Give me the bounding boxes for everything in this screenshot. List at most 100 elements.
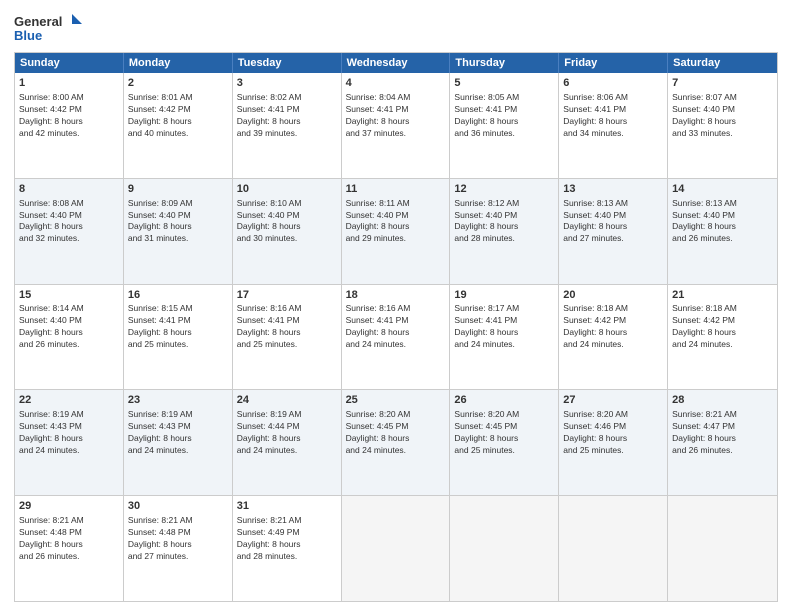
calendar-cell: 19Sunrise: 8:17 AM Sunset: 4:41 PM Dayli… [450,285,559,390]
cell-info: Sunrise: 8:13 AM Sunset: 4:40 PM Dayligh… [672,198,773,246]
day-number: 4 [346,76,446,91]
day-number: 6 [563,76,663,91]
calendar-cell: 4Sunrise: 8:04 AM Sunset: 4:41 PM Daylig… [342,73,451,178]
svg-text:Blue: Blue [14,28,42,43]
cell-info: Sunrise: 8:17 AM Sunset: 4:41 PM Dayligh… [454,303,554,351]
calendar-cell: 11Sunrise: 8:11 AM Sunset: 4:40 PM Dayli… [342,179,451,284]
cell-info: Sunrise: 8:20 AM Sunset: 4:45 PM Dayligh… [346,409,446,457]
calendar-cell: 8Sunrise: 8:08 AM Sunset: 4:40 PM Daylig… [15,179,124,284]
day-number: 7 [672,76,773,91]
day-number: 9 [128,182,228,197]
calendar-cell: 14Sunrise: 8:13 AM Sunset: 4:40 PM Dayli… [668,179,777,284]
cell-info: Sunrise: 8:02 AM Sunset: 4:41 PM Dayligh… [237,92,337,140]
day-number: 23 [128,393,228,408]
calendar-cell: 7Sunrise: 8:07 AM Sunset: 4:40 PM Daylig… [668,73,777,178]
cell-info: Sunrise: 8:09 AM Sunset: 4:40 PM Dayligh… [128,198,228,246]
day-number: 17 [237,288,337,303]
calendar-cell: 15Sunrise: 8:14 AM Sunset: 4:40 PM Dayli… [15,285,124,390]
cell-info: Sunrise: 8:16 AM Sunset: 4:41 PM Dayligh… [237,303,337,351]
day-number: 19 [454,288,554,303]
day-number: 25 [346,393,446,408]
calendar-cell: 13Sunrise: 8:13 AM Sunset: 4:40 PM Dayli… [559,179,668,284]
day-number: 11 [346,182,446,197]
logo-svg: GeneralBlue [14,10,84,46]
day-number: 20 [563,288,663,303]
cell-info: Sunrise: 8:11 AM Sunset: 4:40 PM Dayligh… [346,198,446,246]
day-number: 10 [237,182,337,197]
calendar-cell: 23Sunrise: 8:19 AM Sunset: 4:43 PM Dayli… [124,390,233,495]
cell-info: Sunrise: 8:18 AM Sunset: 4:42 PM Dayligh… [563,303,663,351]
calendar-cell: 12Sunrise: 8:12 AM Sunset: 4:40 PM Dayli… [450,179,559,284]
calendar-cell: 16Sunrise: 8:15 AM Sunset: 4:41 PM Dayli… [124,285,233,390]
cell-info: Sunrise: 8:14 AM Sunset: 4:40 PM Dayligh… [19,303,119,351]
cell-info: Sunrise: 8:21 AM Sunset: 4:47 PM Dayligh… [672,409,773,457]
calendar-cell: 9Sunrise: 8:09 AM Sunset: 4:40 PM Daylig… [124,179,233,284]
day-number: 16 [128,288,228,303]
day-number: 2 [128,76,228,91]
header-day-friday: Friday [559,53,668,73]
calendar-cell: 6Sunrise: 8:06 AM Sunset: 4:41 PM Daylig… [559,73,668,178]
day-number: 3 [237,76,337,91]
calendar-cell: 21Sunrise: 8:18 AM Sunset: 4:42 PM Dayli… [668,285,777,390]
calendar-week-1: 1Sunrise: 8:00 AM Sunset: 4:42 PM Daylig… [15,73,777,179]
cell-info: Sunrise: 8:19 AM Sunset: 4:43 PM Dayligh… [128,409,228,457]
calendar-cell: 3Sunrise: 8:02 AM Sunset: 4:41 PM Daylig… [233,73,342,178]
calendar-week-5: 29 Sunrise: 8:21 AM Sunset: 4:48 PM Dayli… [15,496,777,601]
cell-info: Sunrise: 8:07 AM Sunset: 4:40 PM Dayligh… [672,92,773,140]
day-number: 13 [563,182,663,197]
calendar-body: 1Sunrise: 8:00 AM Sunset: 4:42 PM Daylig… [15,73,777,601]
cell-info: Sunrise: 8:15 AM Sunset: 4:41 PM Dayligh… [128,303,228,351]
day-number: 18 [346,288,446,303]
calendar-cell: 20Sunrise: 8:18 AM Sunset: 4:42 PM Dayli… [559,285,668,390]
calendar-week-2: 8Sunrise: 8:08 AM Sunset: 4:40 PM Daylig… [15,179,777,285]
header-day-tuesday: Tuesday [233,53,342,73]
calendar-cell: 27Sunrise: 8:20 AM Sunset: 4:46 PM Dayli… [559,390,668,495]
day-number: 29 [19,499,119,514]
logo: GeneralBlue [14,10,84,46]
cell-info: Sunrise: 8:12 AM Sunset: 4:40 PM Dayligh… [454,198,554,246]
cell-info: Sunrise: 8:05 AM Sunset: 4:41 PM Dayligh… [454,92,554,140]
calendar-cell [450,496,559,601]
calendar-cell: 10Sunrise: 8:10 AM Sunset: 4:40 PM Dayli… [233,179,342,284]
day-number: 27 [563,393,663,408]
calendar-week-4: 22Sunrise: 8:19 AM Sunset: 4:43 PM Dayli… [15,390,777,496]
day-number: 22 [19,393,119,408]
calendar-cell [342,496,451,601]
cell-info: Sunrise: 8:00 AM Sunset: 4:42 PM Dayligh… [19,92,119,140]
header-day-thursday: Thursday [450,53,559,73]
cell-info: Sunrise: 8:20 AM Sunset: 4:46 PM Dayligh… [563,409,663,457]
calendar-cell: 22Sunrise: 8:19 AM Sunset: 4:43 PM Dayli… [15,390,124,495]
calendar-cell: 24Sunrise: 8:19 AM Sunset: 4:44 PM Dayli… [233,390,342,495]
calendar-week-3: 15Sunrise: 8:14 AM Sunset: 4:40 PM Dayli… [15,285,777,391]
calendar-cell: 25Sunrise: 8:20 AM Sunset: 4:45 PM Dayli… [342,390,451,495]
header: GeneralBlue [14,10,778,46]
page: GeneralBlue SundayMondayTuesdayWednesday… [0,0,792,612]
calendar-cell: 28Sunrise: 8:21 AM Sunset: 4:47 PM Dayli… [668,390,777,495]
calendar-cell [668,496,777,601]
header-day-monday: Monday [124,53,233,73]
day-number: 30 [128,499,228,514]
svg-text:General: General [14,14,62,29]
day-number: 26 [454,393,554,408]
cell-info: Sunrise: 8:21 AM Sunset: 4:48 PM Dayligh… [128,515,228,563]
cell-info: Sunrise: 8:18 AM Sunset: 4:42 PM Dayligh… [672,303,773,351]
day-number: 24 [237,393,337,408]
calendar-cell: 1Sunrise: 8:00 AM Sunset: 4:42 PM Daylig… [15,73,124,178]
day-number: 8 [19,182,119,197]
cell-info: Sunrise: 8:04 AM Sunset: 4:41 PM Dayligh… [346,92,446,140]
day-number: 1 [19,76,119,91]
day-number: 31 [237,499,337,514]
day-number: 15 [19,288,119,303]
calendar-cell: 26Sunrise: 8:20 AM Sunset: 4:45 PM Dayli… [450,390,559,495]
day-number: 14 [672,182,773,197]
day-number: 21 [672,288,773,303]
day-number: 12 [454,182,554,197]
calendar-header-row: SundayMondayTuesdayWednesdayThursdayFrid… [15,53,777,73]
header-day-saturday: Saturday [668,53,777,73]
cell-info: Sunrise: 8:19 AM Sunset: 4:43 PM Dayligh… [19,409,119,457]
day-number: 5 [454,76,554,91]
cell-info: Sunrise: 8:13 AM Sunset: 4:40 PM Dayligh… [563,198,663,246]
calendar-cell: 29Sunrise: 8:21 AM Sunset: 4:48 PM Dayli… [15,496,124,601]
header-day-wednesday: Wednesday [342,53,451,73]
calendar-cell: 31Sunrise: 8:21 AM Sunset: 4:49 PM Dayli… [233,496,342,601]
